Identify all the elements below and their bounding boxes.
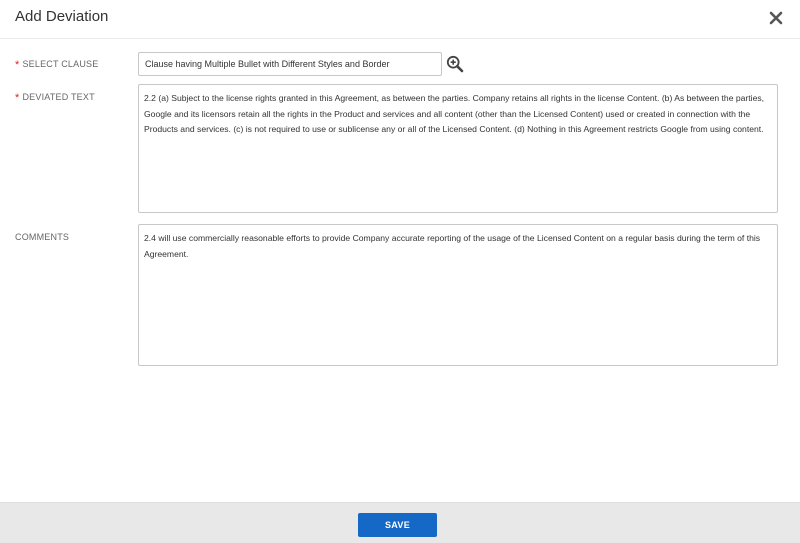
required-asterisk: * <box>15 92 20 104</box>
select-clause-label-text: SELECT CLAUSE <box>22 59 99 69</box>
deviated-text-label: * DEVIATED TEXT <box>15 91 95 104</box>
close-icon[interactable] <box>766 8 786 28</box>
select-clause-input[interactable]: Clause having Multiple Bullet with Diffe… <box>138 52 442 76</box>
save-button[interactable]: SAVE <box>358 513 437 537</box>
dialog-header: Add Deviation <box>0 0 800 39</box>
dialog-title: Add Deviation <box>15 8 109 25</box>
comments-text-area[interactable]: 2.4 will use commercially reasonable eff… <box>138 224 778 366</box>
dialog-footer: SAVE <box>0 502 800 543</box>
deviated-text-label-text: DEVIATED TEXT <box>22 92 95 102</box>
comments-label: COMMENTS <box>15 232 69 242</box>
zoom-in-icon[interactable] <box>446 55 464 73</box>
deviated-text-area[interactable]: 2.2 (a) Subject to the license rights gr… <box>138 84 778 213</box>
select-clause-label: * SELECT CLAUSE <box>15 58 99 71</box>
comments-label-text: COMMENTS <box>15 232 70 242</box>
add-deviation-dialog: Add Deviation * SELECT CLAUSE Clause havi… <box>0 0 800 543</box>
required-asterisk: * <box>15 59 20 71</box>
